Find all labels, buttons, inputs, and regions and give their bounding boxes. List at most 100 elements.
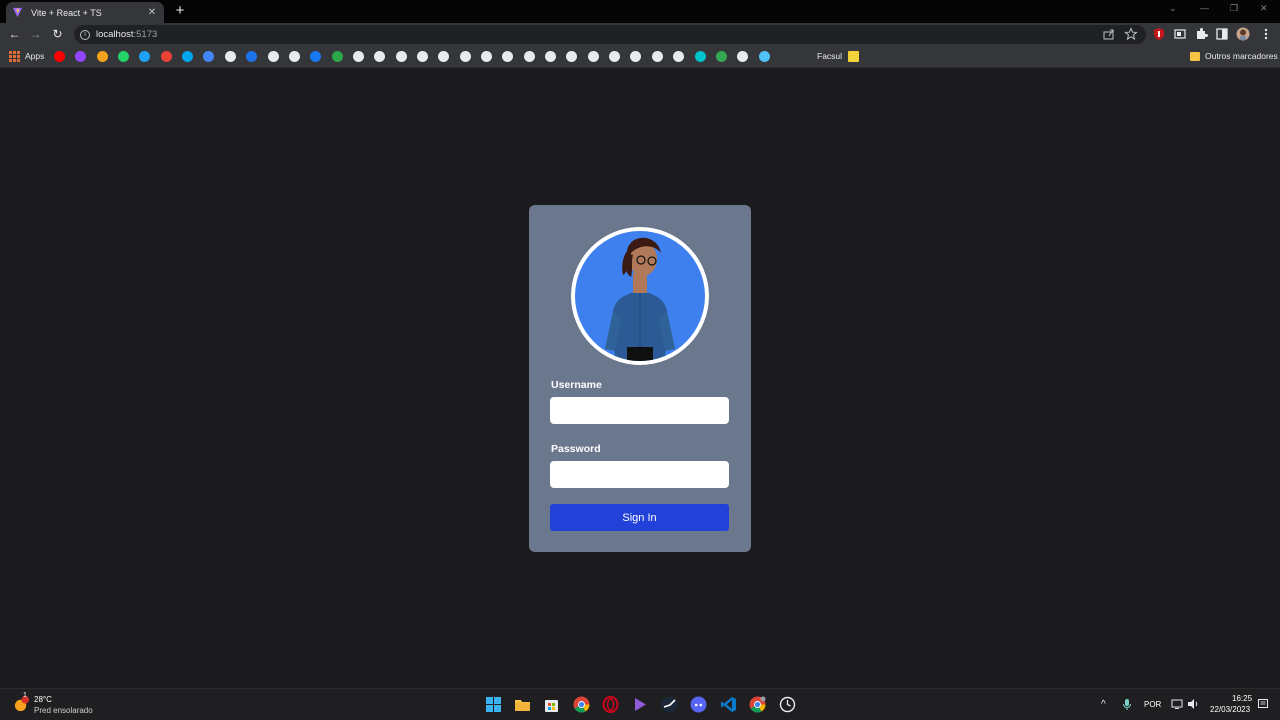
bookmark-favicon-icon[interactable] [289, 51, 300, 62]
bookmark-favicon-icon[interactable] [481, 51, 492, 62]
bookmark-favicon-icon[interactable] [396, 51, 407, 62]
network-monitor-icon[interactable] [1171, 698, 1183, 710]
weather-temperature[interactable]: 28°C [34, 695, 52, 704]
bookmark-favicon-icon[interactable] [630, 51, 641, 62]
side-panel-icon[interactable] [1215, 27, 1229, 41]
bookmark-favicon-icon[interactable] [588, 51, 599, 62]
microphone-icon[interactable] [1122, 698, 1132, 711]
media-player-icon[interactable] [631, 696, 648, 713]
bookmark-favicon-icon[interactable] [759, 51, 770, 62]
bookmark-favicon-icon[interactable] [502, 51, 513, 62]
bookmark-favicon-icon[interactable] [75, 51, 86, 62]
bookmark-favicon-icon[interactable] [268, 51, 279, 62]
clock-date[interactable]: 22/03/2023 [1210, 705, 1250, 714]
clock-time[interactable]: 16:25 [1232, 694, 1252, 703]
browser-tab[interactable]: Vite + React + TS ✕ [6, 2, 164, 23]
restore-button[interactable]: ❐ [1230, 3, 1238, 14]
address-bar[interactable]: i localhost:5173 [74, 25, 1146, 44]
ms-store-icon[interactable] [543, 696, 560, 713]
bookmark-other-folders[interactable]: Outros marcadores [1205, 51, 1278, 62]
reload-button[interactable]: ↻ [50, 27, 65, 42]
windows-taskbar: 1 28°C Pred ensolarado ^ POR 16:25 22/03… [0, 688, 1280, 720]
bookmark-favicon-icon[interactable] [673, 51, 684, 62]
username-input[interactable] [550, 397, 729, 424]
url-port: :5173 [133, 29, 158, 40]
bookmark-favicon-icon[interactable] [97, 51, 108, 62]
bookmark-favicon-icon[interactable] [246, 51, 257, 62]
new-tab-button[interactable]: + [172, 3, 188, 19]
user-avatar [571, 227, 709, 365]
minimize-button[interactable]: — [1200, 3, 1209, 13]
clock-icon[interactable] [779, 696, 796, 713]
folder-icon [1190, 52, 1200, 61]
vite-favicon-icon [12, 7, 23, 18]
weather-sun-icon[interactable] [13, 696, 30, 713]
url-host: localhost [96, 29, 134, 40]
bookmark-favicon-icon[interactable] [161, 51, 172, 62]
bookmark-favicon-icon[interactable] [203, 51, 214, 62]
bookmark-favicon-icon[interactable] [716, 51, 727, 62]
page-viewport: Username Password Sign In [0, 68, 1280, 688]
bookmark-favicon-icon[interactable] [374, 51, 385, 62]
notifications-icon[interactable] [1257, 698, 1269, 710]
extensions-puzzle-icon[interactable] [1194, 27, 1208, 41]
tab-title: Vite + React + TS [31, 7, 102, 18]
volume-icon[interactable] [1187, 698, 1199, 710]
bookmark-favicon-icon[interactable] [566, 51, 577, 62]
bookmark-favicon-icon[interactable] [545, 51, 556, 62]
sign-in-button[interactable]: Sign In [550, 504, 729, 531]
bookmark-favicon-icon[interactable] [652, 51, 663, 62]
start-icon[interactable] [485, 696, 502, 713]
extension-icon[interactable] [1173, 27, 1187, 41]
bookmark-favicon-icon[interactable] [417, 51, 428, 62]
site-info-icon[interactable]: i [80, 29, 90, 40]
bookmark-favicon-icon[interactable] [695, 51, 706, 62]
vscode-icon[interactable] [720, 696, 737, 713]
password-label: Password [551, 443, 601, 455]
steam-icon[interactable] [661, 696, 678, 713]
apps-grid-icon[interactable] [9, 51, 20, 62]
bookmark-favicon-icon[interactable] [332, 51, 343, 62]
weather-badge: 1 [23, 692, 27, 699]
menu-kebab-icon[interactable] [1259, 27, 1273, 41]
file-explorer-icon[interactable] [514, 696, 531, 713]
bookmark-favicon-icon[interactable] [182, 51, 193, 62]
discord-icon[interactable] [690, 696, 707, 713]
ublock-extension-icon[interactable] [1152, 27, 1166, 41]
browser-toolbar: ← → ↻ i localhost:5173 [0, 23, 1280, 46]
tab-strip: Vite + React + TS ✕ + ⌄ — ❐ ✕ [0, 0, 1280, 23]
bookmark-favicon-icon[interactable] [118, 51, 129, 62]
bookmark-facsul[interactable]: Facsul [817, 51, 842, 62]
window-close-button[interactable]: ✕ [1260, 3, 1268, 14]
tab-search-icon[interactable]: ⌄ [1169, 3, 1177, 14]
bookmark-star-icon[interactable] [1124, 27, 1138, 41]
weather-description[interactable]: Pred ensolarado [34, 706, 93, 715]
bookmark-favicon-icon[interactable] [54, 51, 65, 62]
language-indicator[interactable]: POR [1144, 700, 1161, 709]
tray-overflow-caret[interactable]: ^ [1101, 699, 1106, 711]
bookmark-favicon-icon[interactable] [524, 51, 535, 62]
chrome-canary-icon[interactable] [749, 696, 766, 713]
bookmark-favicon-icon[interactable] [609, 51, 620, 62]
chrome-icon[interactable] [573, 696, 590, 713]
login-card: Username Password Sign In [529, 205, 751, 552]
bookmark-favicon-icon[interactable] [737, 51, 748, 62]
tab-close-icon[interactable]: ✕ [146, 7, 158, 18]
share-icon[interactable] [1102, 27, 1116, 41]
bookmark-favicon-icon[interactable] [225, 51, 236, 62]
opera-icon[interactable] [602, 696, 619, 713]
forward-button[interactable]: → [28, 27, 43, 42]
bookmark-favicon-icon[interactable] [139, 51, 150, 62]
profile-avatar-icon[interactable] [1236, 27, 1250, 41]
bookmark-last-icon[interactable] [848, 51, 859, 62]
username-label: Username [551, 379, 602, 391]
bookmark-favicon-icon[interactable] [310, 51, 321, 62]
bookmark-favicon-icon[interactable] [438, 51, 449, 62]
password-input[interactable] [550, 461, 729, 488]
back-button[interactable]: ← [7, 27, 22, 42]
avatar-character-icon [575, 231, 705, 361]
bookmark-apps[interactable]: Apps [25, 51, 44, 62]
bookmarks-bar: Apps Facsul Outros marcadores [0, 46, 1280, 68]
bookmark-favicon-icon[interactable] [460, 51, 471, 62]
bookmark-favicon-icon[interactable] [353, 51, 364, 62]
